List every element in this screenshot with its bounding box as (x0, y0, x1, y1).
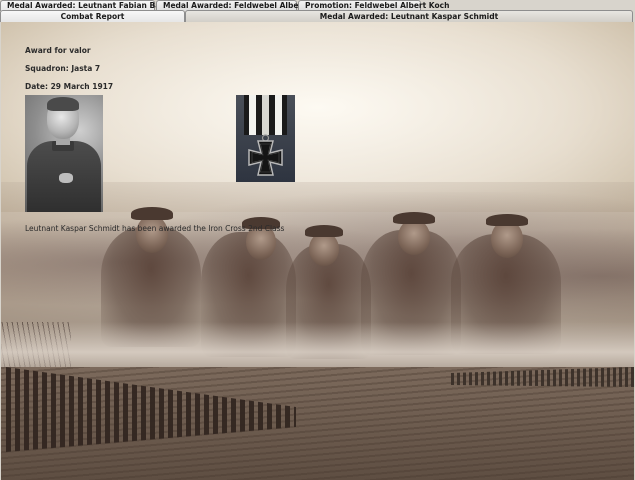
squadron-label: Squadron: Jasta 7 (25, 64, 101, 73)
iron-cross-icon (236, 95, 295, 182)
pilot-portrait (25, 95, 103, 212)
tab-combat-report[interactable]: Combat Report (0, 10, 185, 22)
award-label: Award for valor (25, 46, 91, 55)
report-panel: Award for valor Squadron: Jasta 7 Date: … (1, 22, 634, 480)
date-label: Date: 29 March 1917 (25, 82, 114, 91)
tab-medal-schmidt[interactable]: Medal Awarded: Leutnant Kaspar Schmidt (185, 10, 633, 22)
tab-row-bottom: Combat Report Medal Awarded: Leutnant Ka… (0, 10, 633, 22)
award-message: Leutnant Kaspar Schmidt has been awarded… (25, 224, 285, 233)
